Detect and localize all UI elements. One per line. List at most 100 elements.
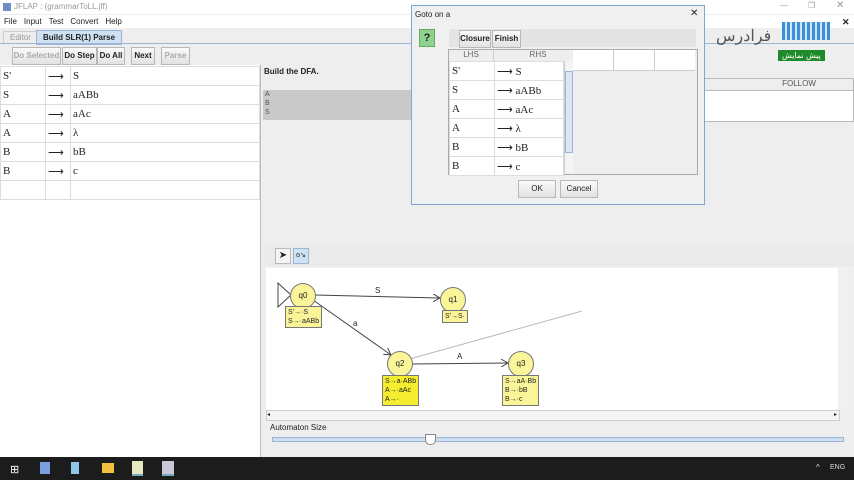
file-explorer-icon[interactable] <box>102 463 114 473</box>
menu-input[interactable]: Input <box>24 17 42 26</box>
symbol-list: A B S <box>263 90 415 120</box>
lhs-cell: S' <box>0 66 46 86</box>
do-selected-button[interactable]: Do Selected <box>12 47 61 65</box>
state-q3[interactable]: q3 <box>508 351 534 377</box>
rhs-cell: ⟶ aAc <box>494 99 564 119</box>
rhs-cell: ⟶ aABb <box>494 80 564 100</box>
arrow: ⟶ <box>48 127 64 140</box>
minimize-button[interactable]: — <box>780 1 788 10</box>
ok-button[interactable]: OK <box>518 180 556 198</box>
lhs-cell: S <box>0 85 46 105</box>
state-tool-icon[interactable]: o↘ <box>293 248 309 264</box>
app-icon <box>3 3 11 11</box>
preview-badge: پیش نمایش <box>778 50 825 61</box>
table-row[interactable]: S' ⟶ S <box>449 61 564 81</box>
transition-label: A <box>457 352 463 361</box>
lhs-cell: A <box>449 118 495 138</box>
table-row[interactable]: S ⟶ aABb <box>0 85 260 105</box>
transition-q0-q2 <box>312 299 391 355</box>
goto-table <box>573 50 695 71</box>
lhs-cell: B <box>449 137 495 157</box>
close-tab-icon[interactable]: ✕ <box>842 17 850 28</box>
rhs-cell: aAc <box>70 104 260 124</box>
select-tool-icon[interactable]: ➤ <box>275 248 291 264</box>
slider-thumb[interactable] <box>425 434 436 445</box>
scroll-thumb[interactable] <box>565 71 573 153</box>
taskbar-app-icon[interactable] <box>71 462 79 474</box>
horizontal-scrollbar[interactable]: ◂ ▸ <box>266 410 840 421</box>
state-items: S→a·ABb A→·aAc A→· <box>382 375 420 406</box>
taskbar: ⊞ ^ ENG <box>0 457 854 480</box>
cancel-button[interactable]: Cancel <box>560 180 598 198</box>
symbol-item[interactable]: B <box>265 99 415 108</box>
transitions-svg <box>277 281 583 410</box>
closure-button[interactable]: Closure <box>459 30 491 48</box>
instruction-label: Build the DFA. <box>264 67 319 76</box>
table-row[interactable]: A ⟶ aAc <box>449 99 564 119</box>
table-row[interactable]: B ⟶ c <box>0 161 260 181</box>
arrow: ⟶ <box>48 165 64 178</box>
rhs-cell: λ <box>70 123 260 143</box>
dialog-close-icon[interactable]: ✕ <box>690 8 698 19</box>
transition-label: S <box>375 286 381 295</box>
table-row[interactable]: B ⟶ bB <box>0 142 260 162</box>
next-button[interactable]: Next <box>131 47 155 65</box>
arrow: ⟶ <box>48 108 64 121</box>
table-row[interactable]: A ⟶ λ <box>0 123 260 143</box>
follow-table: FOLLOW <box>704 78 854 122</box>
finish-button[interactable]: Finish <box>492 30 521 48</box>
editor-toolbar: ➤ o↘ <box>263 244 854 266</box>
menu-help[interactable]: Help <box>105 17 121 26</box>
rhs-cell: S <box>70 66 260 86</box>
dialog-scrollbar[interactable] <box>564 61 573 173</box>
follow-header: FOLLOW <box>705 79 853 91</box>
menu-test[interactable]: Test <box>49 17 64 26</box>
rhs-header: RHS <box>529 50 547 59</box>
lhs-cell: A <box>0 123 46 143</box>
brand-text: فرادرس <box>716 28 772 45</box>
table-row[interactable]: S' ⟶ S <box>0 66 260 86</box>
vertical-scrollbar[interactable] <box>838 268 848 410</box>
camtasia-icon[interactable] <box>132 461 143 476</box>
book-icon <box>782 22 830 40</box>
table-row[interactable]: A ⟶ λ <box>449 118 564 138</box>
arrow: ⟶ <box>48 89 64 102</box>
window-title: JFLAP : (grammarToLL.jff) <box>14 2 108 11</box>
state-q2[interactable]: q2 <box>387 351 413 377</box>
rhs-cell: ⟶ c <box>494 156 564 176</box>
automaton-size-label: Automaton Size <box>270 423 327 432</box>
lhs-cell: A <box>0 104 46 124</box>
lhs-cell: B <box>0 142 46 162</box>
lhs-cell: B <box>0 161 46 181</box>
windows-start-icon[interactable]: ⊞ <box>10 463 19 476</box>
table-row[interactable] <box>0 180 260 200</box>
close-button[interactable]: ✕ <box>836 0 844 11</box>
menu-file[interactable]: File <box>4 17 17 26</box>
tray-chevron-icon[interactable]: ^ <box>816 463 820 472</box>
menu-convert[interactable]: Convert <box>70 17 98 26</box>
rhs-cell: ⟶ bB <box>494 137 564 157</box>
table-row[interactable]: S ⟶ aABb <box>449 80 564 100</box>
symbol-item[interactable]: A <box>265 90 415 99</box>
symbol-item[interactable]: S <box>265 108 415 117</box>
do-all-button[interactable]: Do All <box>97 47 125 65</box>
table-row[interactable]: A ⟶ aAc <box>0 104 260 124</box>
help-button[interactable]: ? <box>419 29 435 47</box>
automaton-canvas[interactable]: S a A q0 S'→·S S→·aABb q1 S'→S· q2 S→a·AB… <box>266 268 838 410</box>
transition-label: a <box>353 319 358 328</box>
table-row[interactable]: B ⟶ bB <box>449 137 564 157</box>
do-step-button[interactable]: Do Step <box>62 47 97 65</box>
rhs-cell: bB <box>70 142 260 162</box>
language-indicator[interactable]: ENG <box>830 464 845 471</box>
automaton-size-slider[interactable] <box>272 434 844 445</box>
lhs-cell: S <box>449 80 495 100</box>
jflap-icon[interactable] <box>162 461 174 476</box>
restore-button[interactable]: ❐ <box>808 1 815 10</box>
state-items: S'→S· <box>442 310 469 323</box>
parse-button[interactable]: Parse <box>161 47 190 65</box>
table-row[interactable]: B ⟶ c <box>449 156 564 176</box>
taskbar-app-icon[interactable] <box>40 462 50 474</box>
lhs-header: LHS <box>449 50 494 61</box>
arrow: ⟶ <box>48 146 64 159</box>
lhs-cell: S' <box>449 61 495 81</box>
